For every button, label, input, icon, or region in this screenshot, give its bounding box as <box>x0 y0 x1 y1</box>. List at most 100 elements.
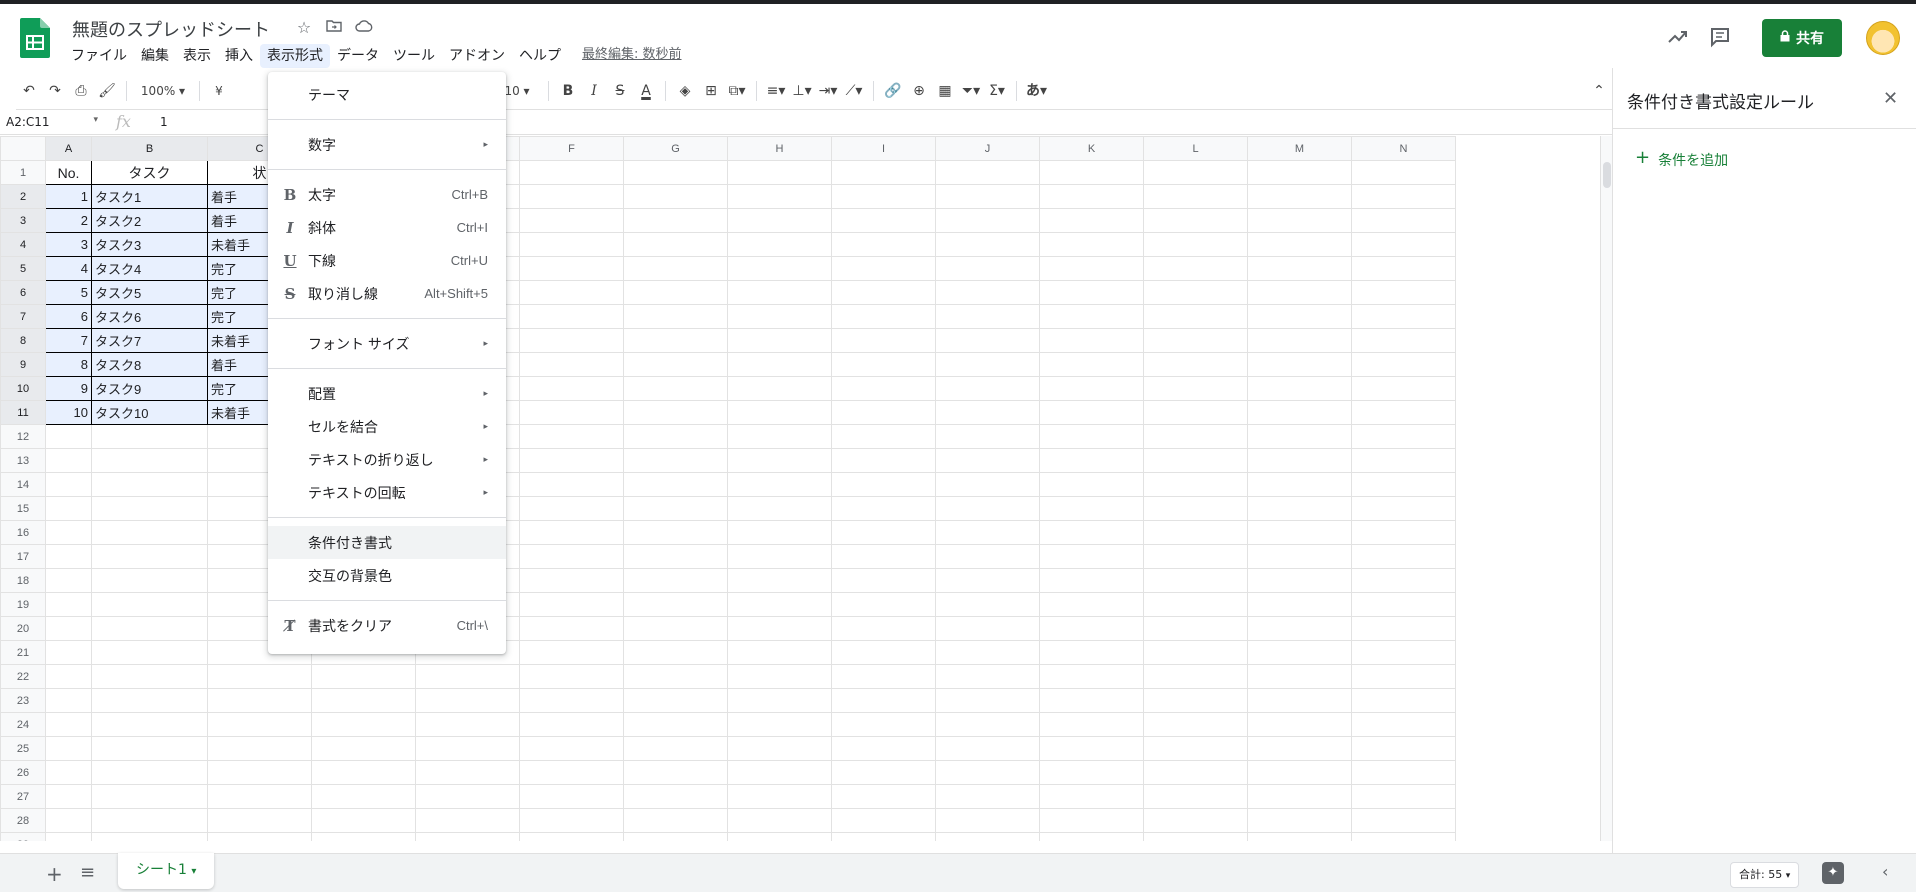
grid-cell[interactable] <box>935 448 1040 473</box>
grid-cell[interactable] <box>1247 232 1352 257</box>
column-header[interactable]: H <box>727 136 832 161</box>
grid-cell[interactable] <box>1351 376 1456 401</box>
grid-cell[interactable] <box>519 808 624 833</box>
grid-cell[interactable] <box>45 568 92 593</box>
grid-cell[interactable] <box>1039 760 1144 785</box>
grid-cell[interactable] <box>1247 496 1352 521</box>
grid-cell[interactable] <box>1351 544 1456 569</box>
grid-cell[interactable] <box>831 808 936 833</box>
format-menu-item[interactable]: 交互の背景色 <box>268 559 506 592</box>
grid-cell[interactable] <box>727 496 832 521</box>
spreadsheet-grid[interactable]: A B C D E F G H I J K L M N 1No.タスク状21タス… <box>0 136 1600 841</box>
grid-cell[interactable] <box>831 424 936 449</box>
insert-link-icon[interactable]: 🔗 <box>880 77 906 105</box>
grid-cell[interactable] <box>1351 280 1456 305</box>
grid-cell[interactable] <box>1351 688 1456 713</box>
grid-cell[interactable] <box>727 424 832 449</box>
grid-cell[interactable] <box>623 616 728 641</box>
grid-cell[interactable] <box>45 808 92 833</box>
grid-cell[interactable] <box>1351 232 1456 257</box>
column-header[interactable]: J <box>935 136 1040 161</box>
grid-cell[interactable] <box>1351 592 1456 617</box>
grid-cell[interactable] <box>623 472 728 497</box>
grid-cell[interactable] <box>1351 736 1456 761</box>
grid-cell[interactable] <box>1039 208 1144 233</box>
grid-cell[interactable] <box>1039 496 1144 521</box>
grid-cell[interactable] <box>623 760 728 785</box>
grid-cell[interactable] <box>1351 400 1456 425</box>
grid-cell[interactable] <box>45 448 92 473</box>
row-header[interactable]: 5 <box>0 256 46 281</box>
grid-cell[interactable]: タスク2 <box>91 208 208 233</box>
grid-cell[interactable] <box>519 784 624 809</box>
grid-cell[interactable] <box>45 616 92 641</box>
grid-cell[interactable] <box>1351 304 1456 329</box>
grid-cell[interactable] <box>1039 592 1144 617</box>
grid-cell[interactable] <box>1247 376 1352 401</box>
grid-cell[interactable] <box>623 544 728 569</box>
row-header[interactable]: 20 <box>0 616 46 641</box>
grid-cell[interactable] <box>1039 448 1144 473</box>
grid-cell[interactable] <box>1143 448 1248 473</box>
grid-cell[interactable] <box>623 496 728 521</box>
insert-comment-icon[interactable]: ⊕ <box>906 77 932 105</box>
grid-cell[interactable] <box>1039 424 1144 449</box>
column-header[interactable]: B <box>91 136 208 161</box>
text-wrap-icon[interactable]: ⇥▾ <box>815 77 841 105</box>
grid-cell[interactable] <box>1351 808 1456 833</box>
cloud-status-icon[interactable] <box>354 18 374 38</box>
grid-cell[interactable] <box>831 568 936 593</box>
grid-cell[interactable] <box>623 448 728 473</box>
grid-cell[interactable] <box>415 664 520 689</box>
grid-cell[interactable]: タスク3 <box>91 232 208 257</box>
collapse-toolbar-icon[interactable]: ⌃ <box>1586 77 1612 105</box>
row-header[interactable]: 19 <box>0 592 46 617</box>
grid-cell[interactable] <box>1143 400 1248 425</box>
grid-cell[interactable] <box>1247 424 1352 449</box>
grid-cell[interactable] <box>91 544 208 569</box>
grid-cell[interactable]: タスク6 <box>91 304 208 329</box>
grid-cell[interactable] <box>623 184 728 209</box>
grid-cell[interactable] <box>1039 352 1144 377</box>
grid-cell[interactable] <box>1247 208 1352 233</box>
grid-cell[interactable] <box>1143 232 1248 257</box>
grid-cell[interactable] <box>311 808 416 833</box>
grid-cell[interactable] <box>1039 736 1144 761</box>
grid-cell[interactable]: タスク1 <box>91 184 208 209</box>
grid-cell[interactable] <box>415 736 520 761</box>
grid-cell[interactable]: タスク9 <box>91 376 208 401</box>
grid-cell[interactable] <box>1351 472 1456 497</box>
grid-cell[interactable] <box>727 232 832 257</box>
grid-cell[interactable] <box>1247 520 1352 545</box>
grid-cell[interactable] <box>519 256 624 281</box>
add-sheet-icon[interactable]: + <box>46 862 63 886</box>
redo-icon[interactable]: ↷ <box>42 77 68 105</box>
grid-cell[interactable] <box>91 448 208 473</box>
row-header[interactable]: 8 <box>0 328 46 353</box>
grid-cell[interactable] <box>45 472 92 497</box>
menu-tools[interactable]: ツール <box>386 44 442 68</box>
row-header[interactable]: 24 <box>0 712 46 737</box>
grid-cell[interactable] <box>415 688 520 713</box>
grid-cell[interactable] <box>1247 688 1352 713</box>
grid-cell[interactable]: タスク5 <box>91 280 208 305</box>
grid-cell[interactable] <box>935 592 1040 617</box>
grid-cell[interactable] <box>623 424 728 449</box>
grid-cell[interactable] <box>935 304 1040 329</box>
grid-cell[interactable] <box>1351 160 1456 185</box>
grid-cell[interactable] <box>1039 400 1144 425</box>
column-header[interactable]: F <box>519 136 624 161</box>
row-header[interactable]: 29 <box>0 832 46 841</box>
document-title[interactable]: 無題のスプレッドシート <box>72 16 270 42</box>
grid-cell[interactable] <box>1351 184 1456 209</box>
grid-cell[interactable] <box>519 592 624 617</box>
grid-cell[interactable] <box>831 280 936 305</box>
menu-insert[interactable]: 挿入 <box>218 44 260 68</box>
menu-format[interactable]: 表示形式 <box>260 44 330 68</box>
grid-cell[interactable] <box>519 424 624 449</box>
grid-cell[interactable] <box>727 760 832 785</box>
grid-cell[interactable] <box>623 568 728 593</box>
grid-cell[interactable] <box>519 544 624 569</box>
grid-cell[interactable] <box>831 352 936 377</box>
grid-cell[interactable] <box>935 352 1040 377</box>
